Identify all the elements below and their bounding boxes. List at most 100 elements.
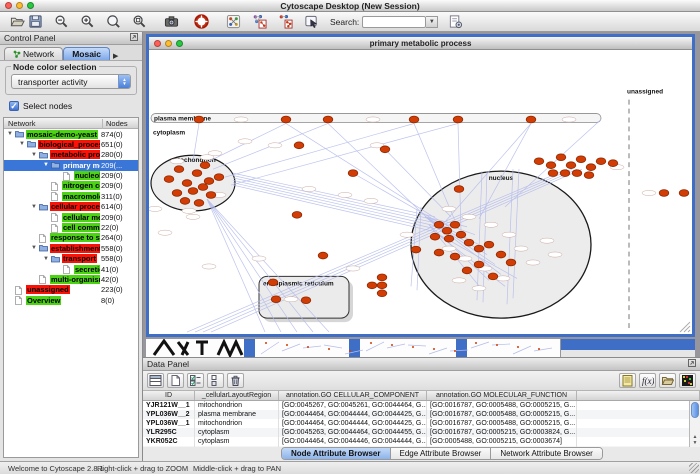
tree-row[interactable]: Overview8(0) [4,295,138,305]
network-node[interactable] [164,176,174,183]
browser-tab[interactable]: Network Attribute Browser [491,448,601,459]
network-node[interactable] [214,174,224,181]
tree-expand-arrow[interactable]: ▼ [43,256,49,262]
network-node[interactable] [608,160,618,167]
browser-tab[interactable]: Edge Attribute Browser [391,448,492,459]
network-node[interactable] [348,170,358,177]
network-node[interactable] [556,154,566,161]
network-node[interactable] [444,235,454,242]
snapshot-button[interactable] [162,13,180,30]
tree-row[interactable]: unassigned223(0) [4,285,138,295]
open-file-button[interactable] [8,13,26,30]
network-node[interactable] [474,245,484,252]
table-cell[interactable]: YLR295C [143,428,195,437]
network-node[interactable] [198,184,208,191]
network-node[interactable] [301,297,311,304]
network-node[interactable] [464,239,474,246]
network-node[interactable] [194,116,204,123]
search-options-button[interactable] [446,13,464,30]
network-node[interactable] [411,246,421,253]
table-cell[interactable]: [GO:0044464, GO:0044446, GO:0044444, G..… [279,437,427,446]
network-node[interactable] [584,172,594,179]
network-node[interactable] [456,231,466,238]
network-node[interactable] [409,116,419,123]
table-cell[interactable]: plasma membrane [195,410,279,419]
table-cell[interactable]: YPL036W__1 [143,419,195,428]
save-button[interactable] [26,13,44,30]
table-cell[interactable]: mitochondrion [195,419,279,428]
node-color-dropdown[interactable]: transporter activity ▲▼ [11,74,131,89]
network-node[interactable] [430,233,440,240]
tree-row[interactable]: multi-organism pro42(0) [4,274,138,284]
tree-row[interactable]: nucleobase-209(0) [4,171,138,181]
network-node[interactable] [488,273,498,280]
notes-button[interactable] [619,373,636,388]
search-input[interactable] [362,16,426,28]
network-node[interactable] [586,164,596,171]
table-cell[interactable]: [GO:0016787, GO:0005488, GO:0005215, G..… [427,401,577,410]
table-cell[interactable]: [GO:0045267, GO:0045261, GO:0044464, G..… [279,401,427,410]
network-node[interactable] [206,192,216,199]
table-cell[interactable]: [GO:0044464, GO:0044444, GO:0044425, G..… [279,419,427,428]
network-node[interactable] [434,221,444,228]
network-node[interactable] [182,180,192,187]
layout-b-button[interactable] [276,13,294,30]
tree-row[interactable]: macromolecule311(0) [4,191,138,201]
network-node[interactable] [292,211,302,218]
zoom-selected-button[interactable] [130,13,148,30]
new-attribute-button[interactable] [167,373,184,388]
float-data-panel-icon[interactable] [688,359,696,369]
table-column-header[interactable]: ID [143,391,195,400]
tree-row[interactable]: ▼metabolic process280(0) [4,150,138,160]
network-node[interactable] [377,282,387,289]
table-scrollbar[interactable]: ▲▼ [689,401,700,447]
network-node[interactable] [204,178,214,185]
network-node[interactable] [453,116,463,123]
table-row[interactable]: YJR121W__1mitochondrion[GO:0045267, GO:0… [143,401,700,410]
tree-expand-arrow[interactable]: ▼ [19,141,25,147]
tree-row[interactable]: ▼mosaic-demo-yeast874(0) [4,129,138,139]
search-dropdown-button[interactable]: ▼ [426,16,438,28]
network-node[interactable] [572,170,582,177]
network-node[interactable] [450,221,460,228]
table-cell[interactable]: [GO:0016787, GO:0005488, GO:0005215, G..… [427,419,577,428]
tree-expand-arrow[interactable]: ▼ [31,204,37,210]
table-row[interactable]: YPL036W__2plasma membrane[GO:0044464, GO… [143,410,700,419]
tree-row[interactable]: ▼primary metabo209(... [4,160,138,170]
table-cell[interactable]: mitochondrion [195,446,279,447]
network-node[interactable] [188,188,198,195]
table-cell[interactable]: [GO:0045263, GO:0044464, GO:0044455, G..… [279,428,427,437]
network-node[interactable] [192,170,202,177]
browser-tab[interactable]: Node Attribute Browser [282,448,391,459]
import-attributes-button[interactable] [659,373,676,388]
scrollbar-arrows[interactable]: ▲▼ [690,434,700,446]
table-column-header[interactable]: annotation.GO MOLECULAR_FUNCTION [427,391,577,400]
network-node[interactable] [526,116,536,123]
layout-a-button[interactable] [250,13,268,30]
unselect-attributes-button[interactable] [207,373,224,388]
delete-attribute-button[interactable] [227,373,244,388]
canvas-resize-grip[interactable] [680,322,690,332]
network-node[interactable] [496,251,506,258]
tab-mosaic[interactable]: Mosaic [63,47,110,60]
tree-expand-arrow[interactable]: ▼ [31,152,37,158]
network-node[interactable] [172,190,182,197]
select-mode-button[interactable] [302,13,320,30]
help-button[interactable] [192,13,210,30]
table-cell[interactable]: cytoplasm [195,437,279,446]
tree-row[interactable]: ▼transport558(0) [4,254,138,264]
network-node[interactable] [679,190,689,197]
tree-row[interactable]: secretion41(0) [4,264,138,274]
network-node[interactable] [367,282,377,289]
zoom-fit-button[interactable] [104,13,122,30]
network-node[interactable] [454,186,464,193]
attribute-table-button[interactable] [147,373,164,388]
network-grid-button[interactable] [224,13,242,30]
network-node[interactable] [194,200,204,207]
network-node[interactable] [474,261,484,268]
tree-row[interactable]: ▼biological_process651(0) [4,139,138,149]
network-node[interactable] [560,170,570,177]
select-nodes-checkbox[interactable]: ✓ [9,101,19,111]
table-cell[interactable]: [GO:0005488, GO:0005215, GO:0003674] [427,437,577,446]
scrollbar-thumb[interactable] [691,402,699,418]
